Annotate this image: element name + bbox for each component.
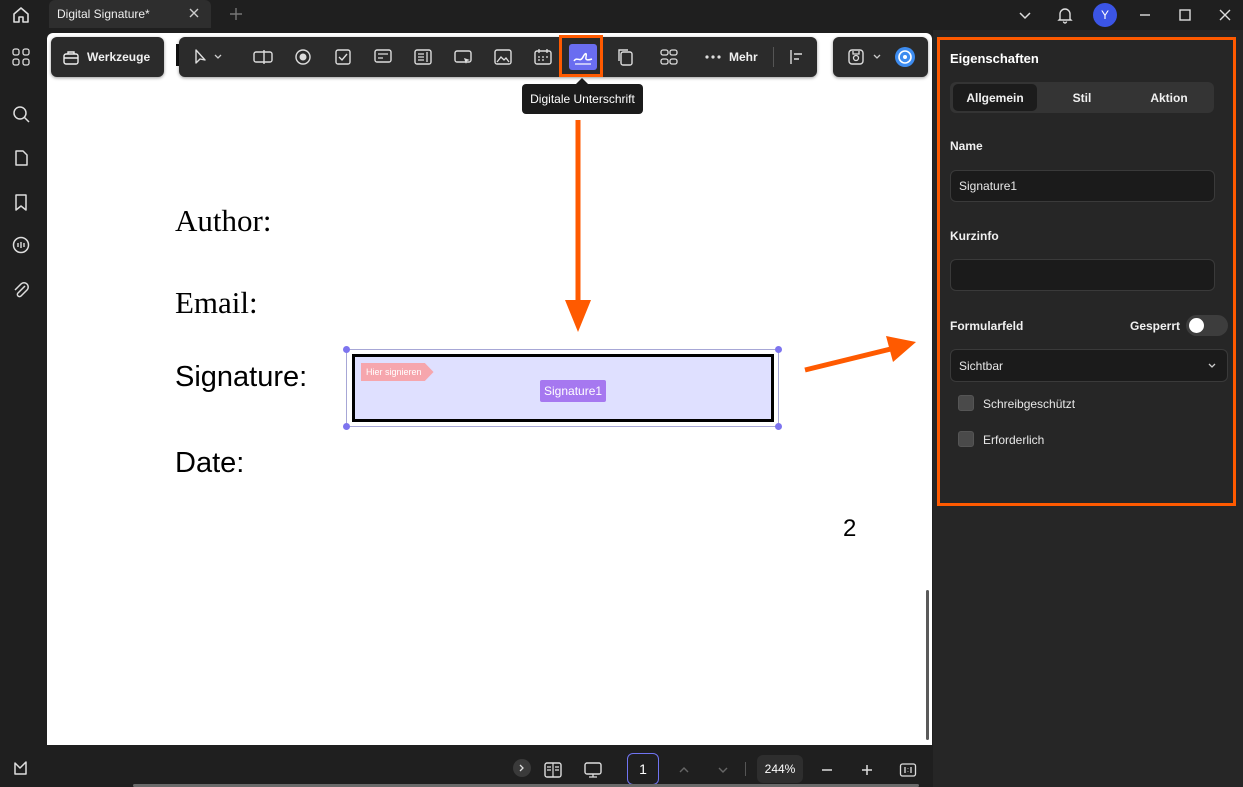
required-checkbox[interactable]	[958, 431, 974, 447]
document-tab-title: Digital Signature*	[57, 7, 150, 21]
chevron-down-icon	[1207, 361, 1217, 371]
more-button-label[interactable]: Mehr	[729, 50, 758, 64]
signature-form-field[interactable]: Hier signieren Signature1	[343, 346, 782, 430]
bell-icon[interactable]	[1051, 1, 1079, 29]
panel-title: Eigenschaften	[950, 51, 1039, 66]
tab-general[interactable]: Allgemein	[953, 84, 1037, 111]
resize-handle[interactable]	[343, 346, 350, 353]
form-toolbar: Mehr	[179, 37, 817, 77]
current-page-input[interactable]: 1	[627, 753, 659, 785]
chevron-down-icon[interactable]	[1011, 1, 1039, 29]
bookmark-icon[interactable]	[9, 190, 33, 214]
close-window-icon[interactable]	[1211, 1, 1239, 29]
home-icon[interactable]	[8, 3, 34, 27]
readonly-label: Schreibgeschützt	[983, 397, 1076, 411]
grid-layout-icon[interactable]	[657, 45, 681, 69]
combo-box-icon[interactable]	[371, 45, 395, 69]
title-bar: Digital Signature* Y	[0, 0, 1243, 30]
name-input[interactable]: Signature1	[950, 170, 1215, 202]
app-window: Digital Signature* Y Author: Email: Sign…	[0, 0, 1243, 787]
radio-button-icon[interactable]	[291, 45, 315, 69]
zoom-out-icon[interactable]	[816, 759, 838, 781]
zoom-in-icon[interactable]	[856, 759, 878, 781]
sign-here-tag: Hier signieren	[361, 363, 434, 381]
avatar: Y	[1093, 3, 1117, 27]
tooltip-label: Kurzinfo	[950, 229, 999, 243]
apps-grid-icon[interactable]	[9, 45, 33, 69]
visibility-value: Sichtbar	[959, 358, 1004, 373]
signature-label: Signature:	[175, 361, 308, 393]
next-page-icon[interactable]	[712, 759, 734, 781]
chevron-down-icon[interactable]	[870, 45, 884, 69]
document-tab[interactable]: Digital Signature*	[49, 0, 211, 28]
locked-toggle[interactable]	[1186, 315, 1228, 336]
required-label: Erforderlich	[983, 433, 1045, 447]
signature-field-box[interactable]: Hier signieren Signature1	[352, 354, 774, 422]
comment-icon[interactable]	[9, 233, 33, 257]
image-field-icon[interactable]	[491, 45, 515, 69]
maximize-icon[interactable]	[1171, 1, 1199, 29]
formfield-label: Formularfeld	[950, 319, 1024, 333]
select-cursor-icon[interactable]	[189, 45, 213, 69]
tab-style[interactable]: Stil	[1040, 84, 1124, 111]
properties-tabs: Allgemein Stil Aktion	[950, 82, 1214, 113]
tooltip-input[interactable]	[950, 259, 1215, 291]
author-label: Author:	[175, 203, 272, 238]
actual-size-icon[interactable]	[897, 759, 919, 781]
attachment-icon[interactable]	[9, 278, 33, 302]
name-label: Name	[950, 139, 983, 153]
left-sidebar	[0, 30, 46, 787]
date-label: Date:	[175, 447, 245, 479]
pages-icon[interactable]	[9, 146, 33, 170]
tooltip: Digitale Unterschrift	[522, 78, 643, 114]
presentation-icon[interactable]	[582, 759, 604, 781]
highlight-frame	[559, 35, 603, 77]
page-number-text: 2	[843, 515, 857, 542]
down-arrow-annotation	[565, 120, 591, 332]
ai-assistant-icon[interactable]	[893, 45, 917, 69]
right-arrow-annotation	[804, 336, 916, 373]
resize-handle[interactable]	[775, 346, 782, 353]
align-left-icon[interactable]	[785, 45, 809, 69]
reading-mode-icon[interactable]	[542, 759, 564, 781]
checkbox-icon[interactable]	[331, 45, 355, 69]
minimize-icon[interactable]	[1131, 1, 1159, 29]
more-dots-icon[interactable]	[701, 45, 725, 69]
status-bar: 1 244%	[47, 745, 932, 787]
button-field-icon[interactable]	[451, 45, 475, 69]
chevron-down-icon[interactable]	[211, 45, 225, 69]
chevron-right-icon[interactable]	[513, 759, 531, 777]
resize-handle[interactable]	[343, 423, 350, 430]
previous-page-icon[interactable]	[673, 759, 695, 781]
text-field-icon[interactable]	[251, 45, 275, 69]
tools-label: Werkzeuge	[87, 50, 151, 64]
status-separator	[745, 762, 746, 776]
date-field-icon[interactable]	[531, 45, 555, 69]
logo-icon[interactable]	[9, 756, 33, 780]
zoom-level[interactable]: 244%	[757, 755, 803, 783]
user-avatar[interactable]: Y	[1091, 1, 1119, 29]
locked-label: Gesperrt	[1130, 319, 1181, 333]
toolbar-separator	[773, 47, 774, 67]
readonly-checkbox[interactable]	[958, 395, 974, 411]
field-name-tag: Signature1	[540, 380, 607, 402]
list-box-icon[interactable]	[411, 45, 435, 69]
email-label: Email:	[175, 285, 258, 320]
visibility-select[interactable]: Sichtbar	[950, 349, 1228, 382]
toggle-knob	[1189, 318, 1204, 333]
toolbox-icon	[61, 47, 81, 67]
window-controls: Y	[999, 0, 1243, 30]
copy-icon[interactable]	[613, 45, 637, 69]
save-toolbar	[833, 37, 928, 77]
tab-action[interactable]: Aktion	[1127, 84, 1211, 111]
save-icon[interactable]	[844, 45, 868, 69]
vertical-scrollbar[interactable]	[926, 590, 929, 740]
close-tab-icon[interactable]	[187, 6, 201, 20]
tools-button[interactable]: Werkzeuge	[51, 37, 164, 77]
resize-handle[interactable]	[775, 423, 782, 430]
document-canvas[interactable]: Author: Email: Signature: Date: 2 Hier s…	[47, 33, 932, 745]
new-tab-icon[interactable]	[228, 6, 244, 22]
search-icon[interactable]	[9, 102, 33, 126]
